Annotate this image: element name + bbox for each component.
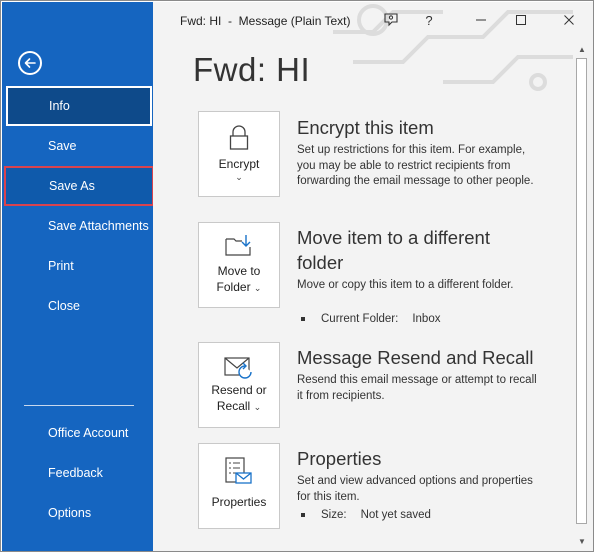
- minimize-button[interactable]: [471, 10, 491, 30]
- properties-button-label: Properties: [211, 495, 267, 509]
- resend-button-label-row: Recall ⌄: [217, 398, 261, 415]
- scroll-thumb[interactable]: [576, 58, 587, 524]
- back-button[interactable]: [18, 51, 42, 75]
- sidebar-item-label: Options: [48, 506, 92, 520]
- current-folder-label: Current Folder:: [321, 313, 399, 325]
- sidebar-item-print[interactable]: Print: [2, 246, 153, 286]
- move-description: Move or copy this item to a different fo…: [297, 279, 514, 291]
- sidebar-item-feedback[interactable]: Feedback: [2, 453, 153, 493]
- resend-description: Resend this email message or attempt to …: [297, 374, 537, 402]
- sidebar-item-label: Save Attachments: [48, 219, 149, 233]
- scroll-down-arrow-icon[interactable]: ▼: [577, 536, 587, 546]
- encrypt-description: Set up restrictions for this item. For e…: [297, 144, 534, 187]
- sidebar-item-info[interactable]: Info: [6, 86, 152, 126]
- envelope-refresh-icon: [224, 357, 252, 379]
- vertical-scrollbar[interactable]: ▲ ▼: [574, 42, 589, 548]
- current-folder-row: Current Folder: Inbox: [301, 313, 440, 325]
- backstage-main: Fwd: HI - Message (Plain Text) ? Fwd: HI: [153, 2, 593, 551]
- move-button-label-row: Folder ⌄: [217, 279, 262, 296]
- close-icon: [564, 15, 574, 25]
- sidebar-item-label: Save As: [49, 179, 95, 193]
- title-bar: Fwd: HI - Message (Plain Text) ?: [153, 2, 593, 36]
- page-title: Fwd: HI: [193, 51, 311, 88]
- sidebar-item-label: Save: [48, 139, 77, 153]
- properties-icon: [225, 457, 252, 484]
- backstage-sidebar: Info Save Save As Save Attachments Print…: [2, 2, 154, 551]
- move-to-folder-button[interactable]: Move to Folder ⌄: [198, 222, 280, 308]
- move-button-label-1: Move to: [217, 264, 261, 278]
- chevron-down-icon: ⌄: [253, 402, 262, 412]
- folder-arrow-icon: [225, 235, 251, 256]
- help-button[interactable]: ?: [419, 10, 439, 30]
- size-row: Size: Not yet saved: [301, 509, 431, 521]
- chevron-down-icon: ⌄: [253, 283, 262, 293]
- bullet-icon: [301, 317, 305, 321]
- lock-icon: [229, 125, 249, 150]
- properties-description: Set and view advanced options and proper…: [297, 475, 533, 503]
- encrypt-button-label: Encrypt: [218, 157, 260, 171]
- maximize-icon: [516, 15, 526, 25]
- sidebar-item-save-attachments[interactable]: Save Attachments: [2, 206, 153, 246]
- sidebar-item-label: Office Account: [48, 426, 129, 440]
- move-title: Move item to a different folder: [297, 227, 490, 273]
- resend-recall-button[interactable]: Resend or Recall ⌄: [198, 342, 280, 428]
- sidebar-item-label: Info: [49, 99, 70, 113]
- chevron-down-icon: ⌄: [235, 172, 243, 182]
- sidebar-divider: [24, 405, 134, 406]
- sidebar-item-save-as[interactable]: Save As: [4, 166, 154, 206]
- size-value: Not yet saved: [360, 509, 431, 521]
- window-title: Fwd: HI - Message (Plain Text): [180, 14, 351, 28]
- sidebar-item-close[interactable]: Close: [2, 286, 153, 326]
- move-button-label-2: Folder: [216, 280, 251, 294]
- encrypt-title: Encrypt this item: [297, 117, 434, 138]
- scroll-up-arrow-icon[interactable]: ▲: [577, 44, 587, 54]
- encrypt-button[interactable]: Encrypt ⌄: [198, 111, 280, 197]
- resend-title: Message Resend and Recall: [297, 347, 534, 368]
- close-window-button[interactable]: [559, 10, 579, 30]
- size-label: Size:: [321, 509, 347, 521]
- maximize-button[interactable]: [511, 10, 531, 30]
- resend-button-label-2: Recall: [216, 399, 251, 413]
- bullet-icon: [301, 513, 305, 517]
- sidebar-item-office-account[interactable]: Office Account: [2, 413, 153, 453]
- properties-button[interactable]: Properties: [198, 443, 280, 529]
- sidebar-item-label: Print: [48, 259, 74, 273]
- feedback-button[interactable]: [381, 10, 401, 30]
- sidebar-item-label: Close: [48, 299, 80, 313]
- properties-title: Properties: [297, 448, 382, 469]
- minimize-icon: [476, 19, 486, 21]
- feedback-icon: [384, 13, 398, 27]
- sidebar-item-save[interactable]: Save: [2, 126, 153, 166]
- current-folder-value: Inbox: [412, 313, 441, 325]
- resend-button-label-1: Resend or: [211, 383, 267, 397]
- window-frame: Info Save Save As Save Attachments Print…: [0, 0, 594, 552]
- back-arrow-icon: [24, 58, 36, 68]
- sidebar-item-label: Feedback: [48, 466, 103, 480]
- sidebar-item-options[interactable]: Options: [2, 493, 153, 533]
